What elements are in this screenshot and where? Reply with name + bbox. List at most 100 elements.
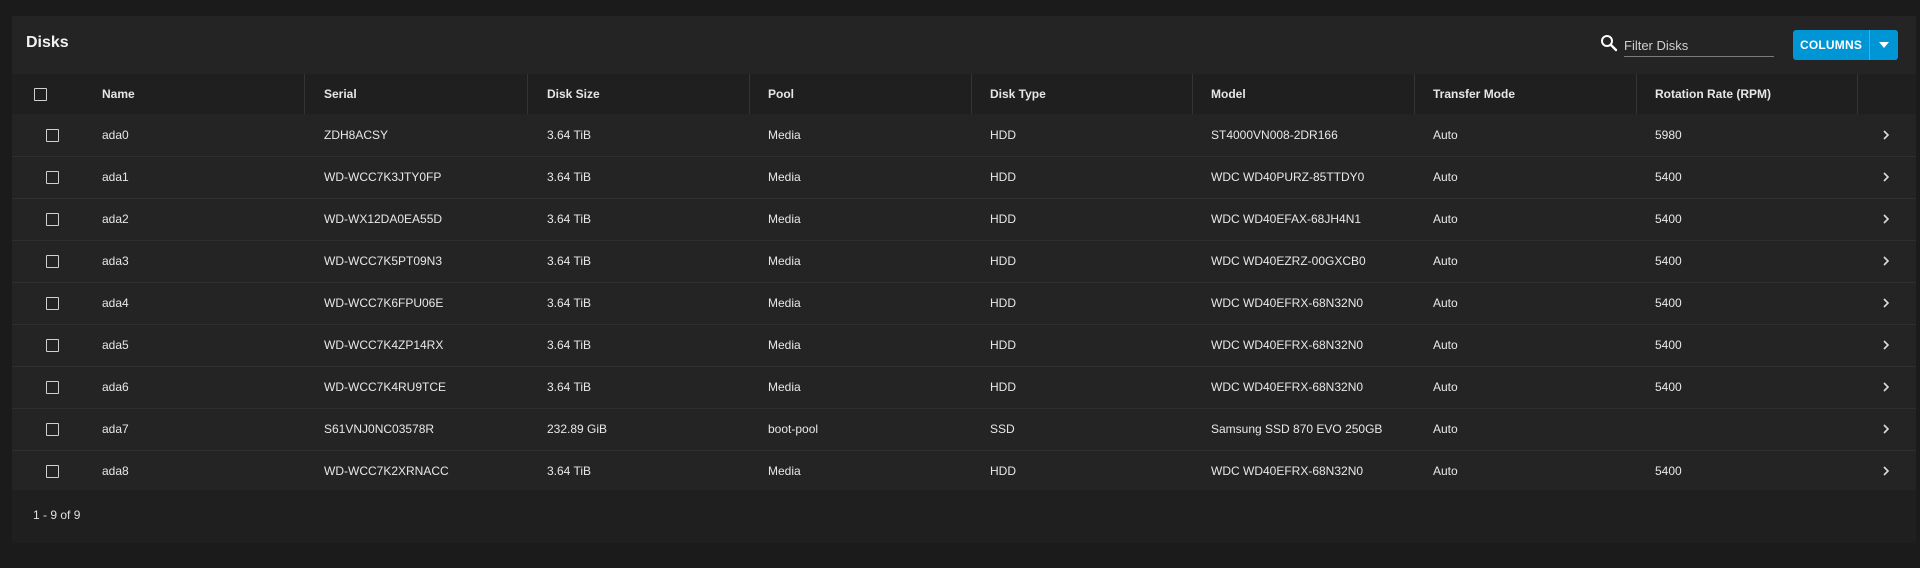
card-header: Disks COLUMNS bbox=[12, 16, 1916, 74]
cell-transfer-mode: Auto bbox=[1433, 170, 1458, 184]
disks-card: Disks COLUMNS Name Serial bbox=[12, 16, 1916, 543]
cell-pool: Media bbox=[768, 296, 801, 310]
cell-rotation-rate: 5400 bbox=[1655, 296, 1682, 310]
cell-model: WDC WD40EFRX-68N32N0 bbox=[1211, 296, 1364, 310]
chevron-right-icon[interactable] bbox=[1882, 450, 1890, 492]
column-header-pool[interactable]: Pool bbox=[768, 74, 794, 114]
table-footer: 1 - 9 of 9 bbox=[12, 490, 1916, 543]
table-row[interactable]: ada0 ZDH8ACSY 3.64 TiB Media HDD ST4000VN008-… bbox=[12, 114, 1916, 157]
column-header-model[interactable]: Model bbox=[1211, 74, 1246, 114]
row-checkbox[interactable] bbox=[46, 422, 59, 436]
filter-disks-input[interactable] bbox=[1624, 34, 1774, 57]
cell-disk-size: 3.64 TiB bbox=[547, 380, 592, 394]
table-row[interactable]: ada5 WD-WCC7K4ZP14RX 3.64 TiB Media HDD WDC W… bbox=[12, 324, 1916, 367]
cell-disk-size: 3.64 TiB bbox=[547, 128, 592, 142]
chevron-right-icon[interactable] bbox=[1882, 408, 1890, 450]
column-divider bbox=[1636, 74, 1637, 114]
table-header-row: Name Serial Disk Size Pool Disk Type Mod… bbox=[12, 74, 1916, 114]
cell-rotation-rate: 5400 bbox=[1655, 212, 1682, 226]
cell-name: ada6 bbox=[102, 380, 129, 394]
cell-serial: WD-WCC7K5PT09N3 bbox=[324, 254, 443, 268]
cell-transfer-mode: Auto bbox=[1433, 128, 1458, 142]
column-header-transfer-mode[interactable]: Transfer Mode bbox=[1433, 74, 1515, 114]
cell-name: ada0 bbox=[102, 128, 129, 142]
row-checkbox-cell bbox=[46, 324, 59, 366]
column-header-disk-size[interactable]: Disk Size bbox=[547, 74, 600, 114]
chevron-right-icon[interactable] bbox=[1882, 156, 1890, 198]
column-header-name[interactable]: Name bbox=[102, 74, 135, 114]
cell-disk-type: HDD bbox=[990, 254, 1016, 268]
column-header-rotation-rate[interactable]: Rotation Rate (RPM) bbox=[1655, 74, 1771, 114]
cell-pool: Media bbox=[768, 170, 801, 184]
cell-disk-size: 3.64 TiB bbox=[547, 296, 592, 310]
cell-model: WDC WD40EFRX-68N32N0 bbox=[1211, 380, 1364, 394]
row-checkbox[interactable] bbox=[46, 338, 59, 352]
table-row[interactable]: ada4 WD-WCC7K6FPU06E 3.64 TiB Media HDD WDC W… bbox=[12, 282, 1916, 325]
cell-disk-type: HDD bbox=[990, 380, 1016, 394]
column-divider bbox=[1414, 74, 1415, 114]
row-checkbox-cell bbox=[46, 198, 59, 240]
column-divider bbox=[971, 74, 972, 114]
table-row[interactable]: ada7 S61VNJ0NC03578R 232.89 GiB boot-pool SS… bbox=[12, 408, 1916, 451]
cell-transfer-mode: Auto bbox=[1433, 422, 1458, 436]
chevron-right-icon[interactable] bbox=[1882, 198, 1890, 240]
cell-transfer-mode: Auto bbox=[1433, 464, 1458, 478]
cell-name: ada4 bbox=[102, 296, 129, 310]
caret-down-icon[interactable] bbox=[1870, 42, 1898, 48]
cell-name: ada8 bbox=[102, 464, 129, 478]
cell-disk-type: HDD bbox=[990, 296, 1016, 310]
row-checkbox-cell bbox=[46, 240, 59, 282]
column-divider bbox=[1192, 74, 1193, 114]
chevron-right-icon[interactable] bbox=[1882, 366, 1890, 408]
cell-model: WDC WD40EFRX-68N32N0 bbox=[1211, 338, 1364, 352]
cell-transfer-mode: Auto bbox=[1433, 254, 1458, 268]
cell-serial: WD-WCC7K3JTY0FP bbox=[324, 170, 442, 184]
cell-disk-type: SSD bbox=[990, 422, 1015, 436]
cell-disk-type: HDD bbox=[990, 338, 1016, 352]
row-checkbox[interactable] bbox=[46, 254, 59, 268]
chevron-right-icon[interactable] bbox=[1882, 114, 1890, 156]
cell-name: ada2 bbox=[102, 212, 129, 226]
cell-name: ada1 bbox=[102, 170, 129, 184]
cell-serial: WD-WCC7K4RU9TCE bbox=[324, 380, 447, 394]
column-header-disk-type[interactable]: Disk Type bbox=[990, 74, 1046, 114]
cell-disk-size: 3.64 TiB bbox=[547, 464, 592, 478]
row-checkbox-cell bbox=[46, 450, 59, 492]
cell-serial: WD-WX12DA0EA55D bbox=[324, 212, 443, 226]
cell-pool: Media bbox=[768, 212, 801, 226]
cell-name: ada3 bbox=[102, 254, 129, 268]
select-all-checkbox[interactable] bbox=[34, 87, 47, 101]
cell-disk-type: HDD bbox=[990, 464, 1016, 478]
cell-rotation-rate: 5400 bbox=[1655, 170, 1682, 184]
cell-disk-size: 3.64 TiB bbox=[547, 338, 592, 352]
row-checkbox[interactable] bbox=[46, 380, 59, 394]
cell-disk-size: 232.89 GiB bbox=[547, 422, 608, 436]
columns-button-label: COLUMNS bbox=[1799, 38, 1863, 52]
row-checkbox-cell bbox=[46, 156, 59, 198]
table-row[interactable]: ada2 WD-WX12DA0EA55D 3.64 TiB Media HDD WDC W… bbox=[12, 198, 1916, 241]
column-header-serial[interactable]: Serial bbox=[324, 74, 357, 114]
chevron-right-icon[interactable] bbox=[1882, 240, 1890, 282]
cell-serial: WD-WCC7K2XRNACC bbox=[324, 464, 449, 478]
row-checkbox[interactable] bbox=[46, 170, 59, 184]
table-row[interactable]: ada3 WD-WCC7K5PT09N3 3.64 TiB Media HDD WDC W… bbox=[12, 240, 1916, 283]
chevron-right-icon[interactable] bbox=[1882, 282, 1890, 324]
row-checkbox-cell bbox=[46, 366, 59, 408]
table-row[interactable]: ada6 WD-WCC7K4RU9TCE 3.64 TiB Media HDD WDC W… bbox=[12, 366, 1916, 409]
row-checkbox[interactable] bbox=[46, 464, 59, 478]
row-checkbox[interactable] bbox=[46, 296, 59, 310]
cell-name: ada5 bbox=[102, 338, 129, 352]
cell-rotation-rate: 5400 bbox=[1655, 380, 1682, 394]
cell-transfer-mode: Auto bbox=[1433, 338, 1458, 352]
pagination-range: 1 - 9 of 9 bbox=[33, 508, 81, 522]
row-checkbox-cell bbox=[46, 282, 59, 324]
cell-transfer-mode: Auto bbox=[1433, 296, 1458, 310]
columns-button[interactable]: COLUMNS bbox=[1793, 30, 1898, 60]
table-row[interactable]: ada8 WD-WCC7K2XRNACC 3.64 TiB Media HDD WDC W… bbox=[12, 450, 1916, 493]
cell-model: WDC WD40EFRX-68N32N0 bbox=[1211, 464, 1364, 478]
chevron-right-icon[interactable] bbox=[1882, 324, 1890, 366]
row-checkbox[interactable] bbox=[46, 128, 59, 142]
table-row[interactable]: ada1 WD-WCC7K3JTY0FP 3.64 TiB Media HDD WDC W… bbox=[12, 156, 1916, 199]
page-title: Disks bbox=[26, 34, 69, 51]
row-checkbox[interactable] bbox=[46, 212, 59, 226]
